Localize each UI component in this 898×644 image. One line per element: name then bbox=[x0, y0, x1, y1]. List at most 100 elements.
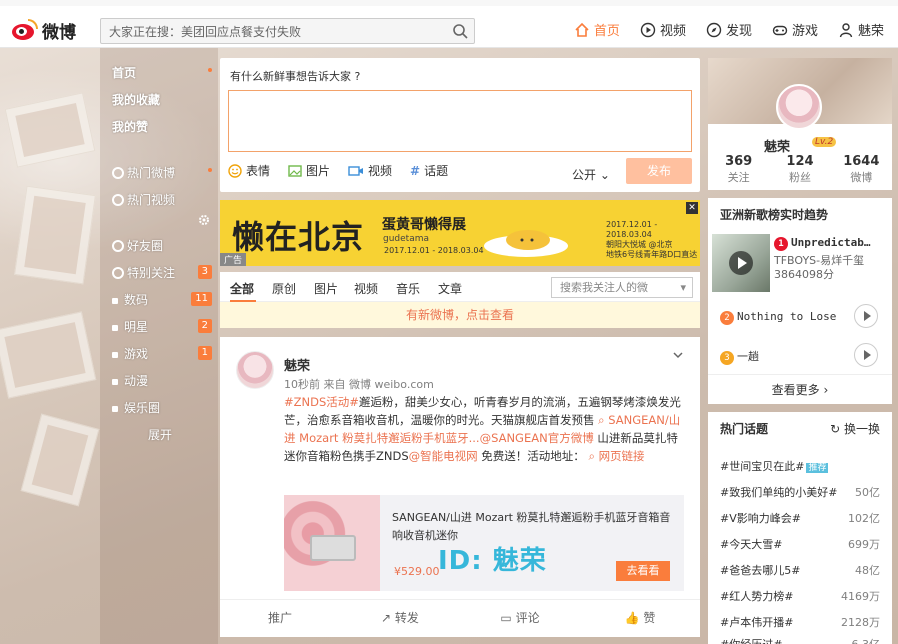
star-icon bbox=[112, 267, 124, 279]
emoji-button[interactable]: 表情 bbox=[228, 162, 270, 179]
topic-button[interactable]: # 话题 bbox=[410, 162, 448, 179]
view-product-button[interactable]: 去看看 bbox=[616, 561, 670, 581]
sidebar-item-home[interactable]: 首页 bbox=[112, 64, 136, 81]
video-button[interactable]: 视频 bbox=[348, 162, 392, 179]
song-2[interactable]: 2 Nothing to Lose bbox=[720, 310, 836, 325]
visibility-select[interactable]: 公开 ⌄ bbox=[572, 166, 610, 183]
ad-event: 蛋黄哥懒得展 bbox=[382, 217, 466, 233]
visibility-label: 公开 bbox=[572, 168, 597, 182]
search-icon[interactable] bbox=[452, 23, 468, 39]
image-label: 图片 bbox=[306, 164, 331, 178]
publish-button[interactable]: 发布 bbox=[626, 158, 692, 184]
sidebar-item-digital[interactable]: 数码 bbox=[112, 291, 148, 308]
panel-title: 热门话题 bbox=[720, 422, 769, 436]
sidebar-item-likes[interactable]: 我的赞 bbox=[112, 118, 148, 135]
sidebar-item-hot-weibo[interactable]: 热门微博 bbox=[112, 164, 175, 181]
repost-button[interactable]: ↗ 转发 bbox=[340, 600, 460, 637]
stat-value: 369 bbox=[725, 154, 753, 169]
ad-brand: gudetama bbox=[383, 234, 429, 244]
help-icon[interactable]: ? bbox=[355, 70, 361, 83]
play-icon[interactable] bbox=[729, 251, 753, 275]
profile-card: 魅荣 Lv.2 369 关注 124 粉丝 1644 微博 bbox=[708, 58, 892, 190]
sidebar-item-favorites[interactable]: 我的收藏 bbox=[112, 91, 160, 108]
post-mention-2[interactable]: @智能电视网 bbox=[409, 449, 478, 463]
topic-row[interactable]: #今天大雪# 699万 bbox=[720, 536, 880, 552]
bullet-icon bbox=[112, 325, 118, 331]
view-more-link[interactable]: 查看更多 › bbox=[708, 374, 892, 404]
anime-label: 动漫 bbox=[124, 374, 149, 388]
tab-videos[interactable]: 视频 bbox=[354, 280, 378, 297]
sidebar-item-anime[interactable]: 动漫 bbox=[112, 372, 148, 389]
new-posts-notice[interactable]: 有新微博，点击查看 bbox=[220, 302, 700, 328]
stat-following[interactable]: 369 关注 bbox=[708, 154, 769, 185]
nav-profile-label: 魅荣 bbox=[857, 24, 884, 39]
chevron-down-icon: ⌄ bbox=[599, 168, 610, 182]
topic-row[interactable]: #世间宝贝在此# 推荐 bbox=[720, 458, 880, 474]
song-3[interactable]: 3 一趟 bbox=[720, 348, 759, 365]
ad-banner[interactable]: 懒在北京 蛋黄哥懒得展 gudetama 2017.12.01 - 2018.0… bbox=[220, 200, 700, 266]
search-input[interactable]: 大家正在搜：美团回应点餐支付失败 bbox=[100, 18, 475, 44]
sidebar-item-friends[interactable]: 好友圈 bbox=[112, 237, 163, 254]
topic-row[interactable]: #卢本伟开播# 2128万 bbox=[720, 614, 880, 630]
gear-icon[interactable] bbox=[198, 214, 210, 226]
post-author[interactable]: 魅荣 bbox=[284, 355, 310, 374]
topic-name: #卢本伟开播# bbox=[720, 616, 794, 629]
sidebar-item-hot-video[interactable]: 热门视频 bbox=[112, 191, 175, 208]
sidebar-item-entertainment[interactable]: 娱乐圈 bbox=[112, 399, 160, 416]
music-trend-panel: 亚洲新歌榜实时趋势 1 Unpredictab… TFBOYS-易烊千玺 3864… bbox=[708, 198, 892, 404]
profile-name[interactable]: 魅荣 bbox=[764, 136, 790, 155]
topic-row[interactable]: #V影响力峰会# 102亿 bbox=[720, 510, 880, 526]
refresh-button[interactable]: ↻ 换一换 bbox=[830, 420, 880, 437]
tab-images[interactable]: 图片 bbox=[314, 280, 338, 297]
topic-row[interactable]: #致我们单纯的小美好# 50亿 bbox=[720, 484, 880, 500]
games-label: 游戏 bbox=[124, 347, 149, 361]
level-badge[interactable]: Lv.2 bbox=[812, 137, 837, 147]
ad-venue-1: 朝阳大悦城 @北京 bbox=[606, 240, 673, 249]
nav-discover[interactable]: 发现 bbox=[706, 20, 752, 39]
chevron-down-icon[interactable] bbox=[672, 349, 684, 361]
image-button[interactable]: 图片 bbox=[288, 162, 330, 179]
play-icon bbox=[112, 194, 124, 206]
bullet-icon bbox=[112, 379, 118, 385]
tab-music[interactable]: 音乐 bbox=[396, 280, 420, 297]
post-textarea[interactable] bbox=[228, 90, 692, 152]
nav-profile[interactable]: 魅荣 bbox=[838, 20, 884, 39]
sidebar-expand[interactable]: 展开 bbox=[148, 426, 172, 443]
post-hashtag[interactable]: #ZNDS活动# bbox=[284, 395, 359, 409]
nav-games[interactable]: 游戏 bbox=[772, 20, 818, 39]
product-price: ¥529.00 bbox=[394, 565, 440, 578]
album-cover[interactable] bbox=[712, 234, 770, 292]
post-mention[interactable]: @SANGEAN官方微博 bbox=[480, 431, 594, 445]
nav-home[interactable]: 首页 bbox=[574, 20, 620, 39]
topic-name: #世间宝贝在此# bbox=[720, 460, 805, 473]
play-button[interactable] bbox=[854, 343, 878, 367]
post-link-web[interactable]: 网页链接 bbox=[599, 449, 645, 463]
sidebar-item-games[interactable]: 游戏 bbox=[112, 345, 148, 362]
fire-icon bbox=[112, 167, 124, 179]
song-1-title[interactable]: 1 Unpredictab… bbox=[774, 236, 888, 251]
promote-button[interactable]: 推广 bbox=[220, 600, 340, 637]
comment-button[interactable]: ▭ 评论 bbox=[460, 600, 580, 637]
play-button[interactable] bbox=[854, 304, 878, 328]
stat-posts[interactable]: 1644 微博 bbox=[831, 154, 892, 185]
stat-followers[interactable]: 124 粉丝 bbox=[769, 154, 830, 185]
close-icon[interactable]: ✕ bbox=[686, 202, 698, 214]
ad-headline: 懒在北京 bbox=[232, 218, 365, 256]
topic-row[interactable]: #爸爸去哪儿5# 48亿 bbox=[720, 562, 880, 578]
nav-video[interactable]: 视频 bbox=[640, 20, 686, 39]
topic-row[interactable]: #你经历过# 6.3亿 bbox=[720, 636, 880, 644]
weibo-logo[interactable]: 微博 bbox=[10, 16, 76, 44]
repost-label: 转发 bbox=[394, 611, 419, 625]
tab-articles[interactable]: 文章 bbox=[438, 280, 462, 297]
sidebar-item-special[interactable]: 特别关注 bbox=[112, 264, 175, 281]
sidebar-item-stars[interactable]: 明星 bbox=[112, 318, 148, 335]
emoji-label: 表情 bbox=[246, 164, 271, 178]
tab-all[interactable]: 全部 bbox=[230, 280, 254, 297]
topic-row[interactable]: #红人势力榜# 4169万 bbox=[720, 588, 880, 604]
tab-original[interactable]: 原创 bbox=[272, 280, 296, 297]
like-button[interactable]: 👍 赞 bbox=[580, 600, 700, 637]
avatar[interactable] bbox=[776, 84, 822, 130]
feed-search-input[interactable]: 搜索我关注人的微 ▾ bbox=[551, 277, 693, 298]
composer-prompt: 有什么新鲜事想告诉大家 ? bbox=[230, 68, 360, 84]
avatar[interactable] bbox=[236, 351, 274, 389]
